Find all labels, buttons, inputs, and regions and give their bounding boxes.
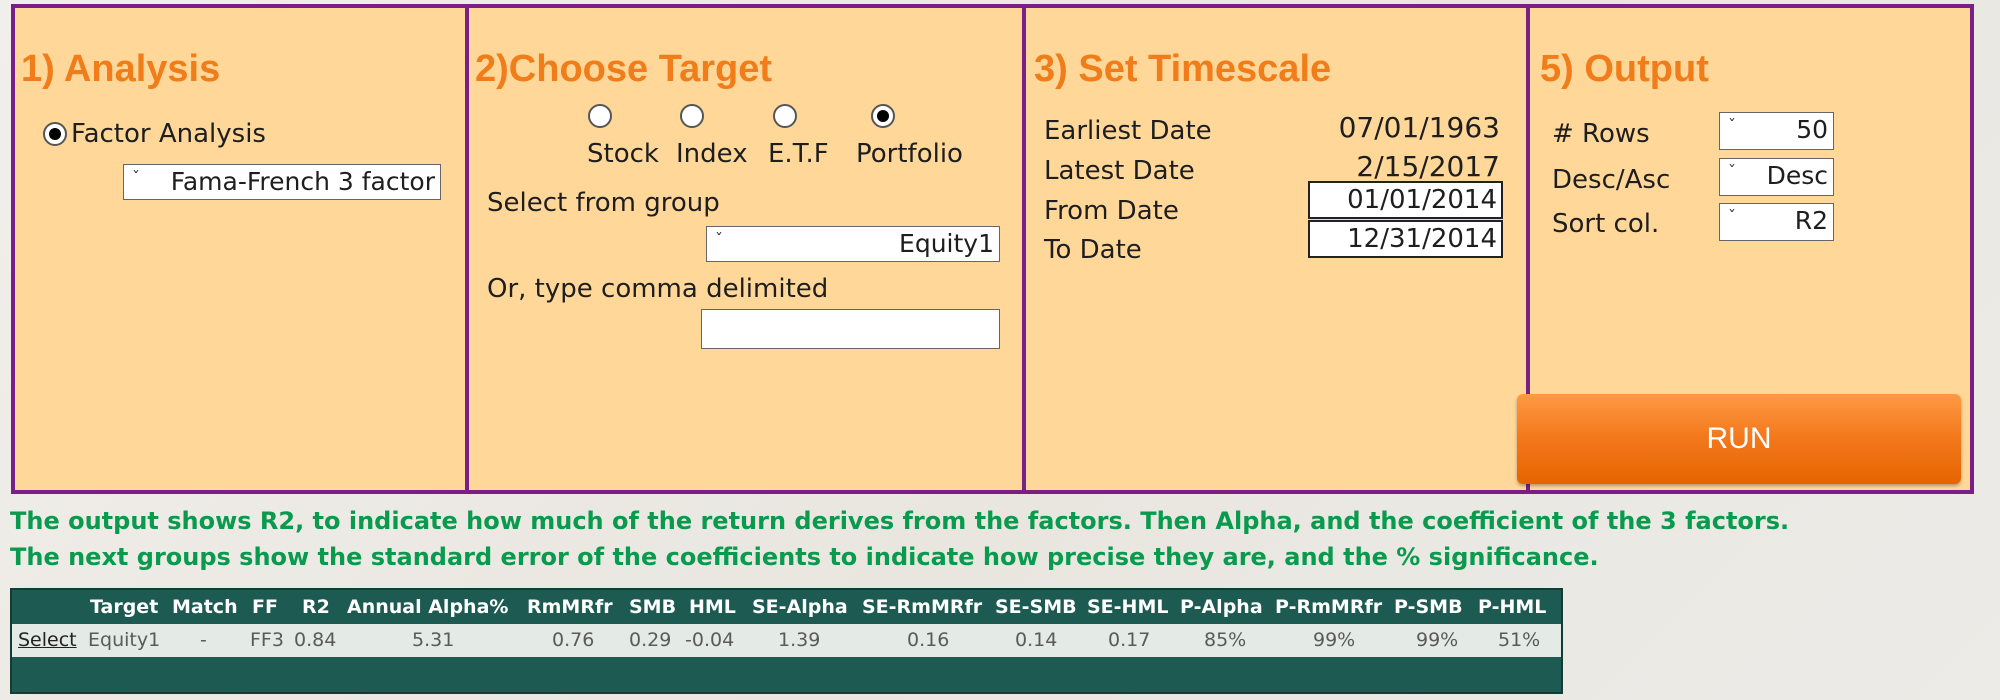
header-se-rmmrfr: SE-RmMRfr	[862, 596, 983, 618]
rows-label: # Rows	[1552, 119, 1650, 149]
model-dropdown[interactable]: ˇ Fama-French 3 factor	[123, 164, 441, 200]
cell-ff: FF3	[250, 629, 284, 651]
group-label: Select from group	[487, 188, 720, 218]
header-p-hml: P-HML	[1478, 596, 1547, 618]
header-p-rmmrfr: P-RmMRfr	[1275, 596, 1383, 618]
factor-analysis-label: Factor Analysis	[71, 119, 266, 149]
portfolio-radio-label: Portfolio	[856, 139, 963, 169]
header-se-hml: SE-HML	[1087, 596, 1169, 618]
header-se-smb: SE-SMB	[995, 596, 1077, 618]
header-r2: R2	[302, 596, 330, 618]
chevron-down-icon: ˇ	[132, 168, 140, 187]
timescale-panel: 3) Set Timescale Earliest Date 07/01/196…	[1026, 8, 1526, 490]
sort-dropdown[interactable]: ˇ R2	[1719, 203, 1834, 241]
sort-dropdown-value: R2	[1794, 206, 1828, 235]
header-annual-alpha: Annual Alpha%	[347, 596, 509, 618]
group-dropdown[interactable]: ˇ Equity1	[706, 226, 1000, 262]
earliest-date-label: Earliest Date	[1044, 116, 1212, 146]
cell-target: Equity1	[88, 629, 161, 651]
header-p-alpha: P-Alpha	[1180, 596, 1263, 618]
rows-dropdown-value: 50	[1796, 115, 1828, 144]
select-link[interactable]: Select	[18, 629, 77, 651]
stock-radio-label: Stock	[587, 139, 659, 169]
header-target: Target	[90, 596, 159, 618]
cell-se-alpha: 1.39	[778, 629, 821, 651]
portfolio-radio[interactable]	[871, 104, 895, 128]
from-date-label: From Date	[1044, 196, 1179, 226]
latest-date-value: 2/15/2017	[1356, 150, 1500, 183]
rows-dropdown[interactable]: ˇ 50	[1719, 112, 1834, 150]
output-title: 5) Output	[1540, 48, 1709, 90]
header-se-alpha: SE-Alpha	[752, 596, 848, 618]
cell-p-alpha: 85%	[1204, 629, 1247, 651]
stock-radio[interactable]	[588, 104, 612, 128]
index-radio[interactable]	[680, 104, 704, 128]
cell-match: -	[200, 629, 207, 651]
cell-smb: 0.29	[629, 629, 672, 651]
chevron-down-icon: ˇ	[1728, 162, 1736, 181]
cell-p-rmmrfr: 99%	[1313, 629, 1356, 651]
type-input[interactable]	[701, 309, 1000, 349]
timescale-title: 3) Set Timescale	[1034, 48, 1332, 90]
results-header-row: Target Match FF R2 Annual Alpha% RmMRfr …	[12, 590, 1561, 624]
cell-p-hml: 51%	[1498, 629, 1541, 651]
target-panel: 2)Choose Target Stock Index E.T.F Portfo…	[469, 8, 1022, 490]
cell-r2: 0.84	[294, 629, 337, 651]
cell-se-hml: 0.17	[1108, 629, 1151, 651]
order-label: Desc/Asc	[1552, 165, 1671, 195]
results-table: Target Match FF R2 Annual Alpha% RmMRfr …	[10, 588, 1563, 694]
cell-hml: -0.04	[685, 629, 735, 651]
header-p-smb: P-SMB	[1394, 596, 1463, 618]
from-date-input[interactable]: 01/01/2014	[1308, 181, 1503, 219]
to-date-label: To Date	[1044, 235, 1142, 265]
run-button[interactable]: RUN	[1517, 394, 1961, 484]
header-rmmrfr: RmMRfr	[527, 596, 613, 618]
cell-annual-alpha: 5.31	[412, 629, 455, 651]
cell-p-smb: 99%	[1416, 629, 1459, 651]
output-note-line2: The next groups show the standard error …	[10, 543, 1599, 571]
cell-rmmrfr: 0.76	[552, 629, 595, 651]
etf-radio[interactable]	[773, 104, 797, 128]
order-dropdown-value: Desc	[1766, 161, 1828, 190]
output-note-line1: The output shows R2, to indicate how muc…	[10, 507, 1790, 535]
header-smb: SMB	[629, 596, 677, 618]
cell-se-rmmrfr: 0.16	[907, 629, 950, 651]
analysis-title: 1) Analysis	[21, 48, 221, 90]
factor-analysis-radio[interactable]	[43, 122, 67, 146]
type-label: Or, type comma delimited	[487, 274, 829, 304]
header-hml: HML	[689, 596, 736, 618]
etf-radio-label: E.T.F	[768, 139, 829, 169]
header-match: Match	[172, 596, 238, 618]
order-dropdown[interactable]: ˇ Desc	[1719, 158, 1834, 196]
earliest-date-value: 07/01/1963	[1338, 111, 1500, 144]
chevron-down-icon: ˇ	[1728, 207, 1736, 226]
chevron-down-icon: ˇ	[1728, 116, 1736, 135]
from-date-value: 01/01/2014	[1347, 185, 1497, 215]
header-ff: FF	[252, 596, 278, 618]
sort-label: Sort col.	[1552, 209, 1660, 239]
chevron-down-icon: ˇ	[715, 230, 723, 249]
index-radio-label: Index	[676, 139, 748, 169]
latest-date-label: Latest Date	[1044, 156, 1195, 186]
target-title: 2)Choose Target	[475, 48, 773, 90]
to-date-value: 12/31/2014	[1347, 224, 1497, 254]
cell-se-smb: 0.14	[1015, 629, 1058, 651]
to-date-input[interactable]: 12/31/2014	[1308, 220, 1503, 258]
model-dropdown-value: Fama-French 3 factor	[170, 167, 435, 196]
group-dropdown-value: Equity1	[899, 229, 994, 258]
analysis-panel: 1) Analysis Factor Analysis ˇ Fama-Frenc…	[15, 8, 465, 490]
table-row: Select Equity1 - FF3 0.84 5.31 0.76 0.29…	[12, 624, 1561, 657]
